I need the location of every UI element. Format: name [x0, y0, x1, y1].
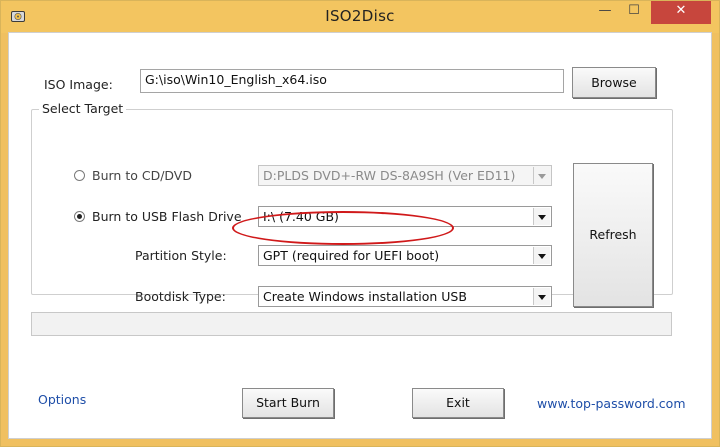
burn-cd-radio[interactable] — [74, 170, 85, 181]
website-link[interactable]: www.top-password.com — [537, 396, 686, 411]
chevron-down-icon — [533, 288, 550, 305]
burn-progress-bar — [31, 312, 672, 336]
burn-cd-label: Burn to CD/DVD — [92, 168, 192, 183]
partition-style-value: GPT (required for UEFI boot) — [263, 248, 440, 263]
chevron-down-icon — [533, 247, 550, 264]
bootdisk-type-select[interactable]: Create Windows installation USB — [258, 286, 552, 307]
partition-style-select[interactable]: GPT (required for UEFI boot) — [258, 245, 552, 266]
usb-drive-value: I:\ (7.40 GB) — [263, 209, 339, 224]
chevron-down-icon — [533, 208, 550, 225]
minimize-button[interactable]: — — [591, 1, 619, 23]
options-link[interactable]: Options — [38, 392, 86, 407]
bootdisk-type-value: Create Windows installation USB — [263, 289, 467, 304]
title-bar[interactable]: ISO2Disc — ☐ ✕ — [1, 1, 719, 33]
exit-button[interactable]: Exit — [412, 388, 504, 418]
partition-style-label: Partition Style: — [135, 248, 227, 263]
chevron-down-icon — [533, 167, 550, 184]
maximize-button[interactable]: ☐ — [620, 1, 648, 23]
browse-button[interactable]: Browse — [572, 67, 656, 98]
burn-usb-label: Burn to USB Flash Drive — [92, 209, 242, 224]
iso-image-label: ISO Image: — [44, 77, 113, 92]
bootdisk-type-label: Bootdisk Type: — [135, 289, 226, 304]
iso-path-field[interactable]: G:\iso\Win10_English_x64.iso — [140, 69, 564, 93]
close-button[interactable]: ✕ — [651, 1, 711, 24]
iso-path-value: G:\iso\Win10_English_x64.iso — [145, 72, 327, 87]
refresh-button[interactable]: Refresh — [573, 163, 653, 307]
burn-usb-radio[interactable] — [74, 211, 85, 222]
cd-device-select[interactable]: D:PLDS DVD+-RW DS-8A9SH (Ver ED11) — [258, 165, 552, 186]
select-target-title: Select Target — [39, 101, 127, 116]
cd-device-value: D:PLDS DVD+-RW DS-8A9SH (Ver ED11) — [263, 168, 516, 183]
start-burn-button[interactable]: Start Burn — [242, 388, 334, 418]
usb-drive-select[interactable]: I:\ (7.40 GB) — [258, 206, 552, 227]
